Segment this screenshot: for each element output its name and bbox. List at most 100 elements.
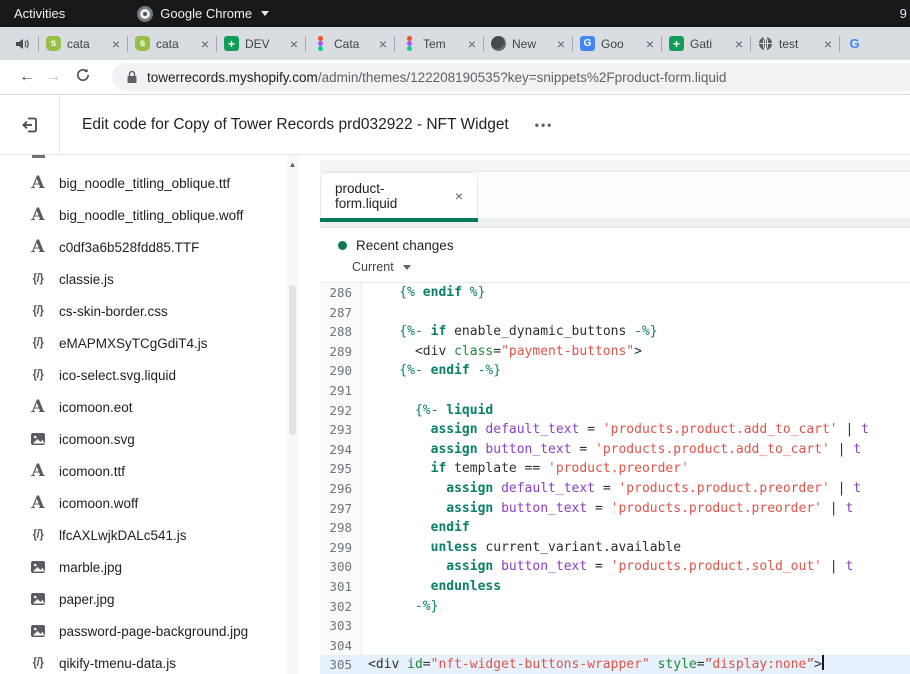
code-line[interactable]: 286 {% endif %} <box>320 283 910 303</box>
line-number: 292 <box>320 401 362 421</box>
file-item-qikify-tmenu-data.js[interactable]: {/}qikify-tmenu-data.js <box>0 647 310 674</box>
browser-tab[interactable]: scata× <box>128 27 216 60</box>
chevron-down-icon <box>403 265 411 270</box>
code-file-icon: {/} <box>28 657 48 669</box>
code-line[interactable]: 299 unless current_variant.available <box>320 538 910 558</box>
code-line[interactable]: 291 <box>320 381 910 401</box>
file-item-ico-select.svg.liquid[interactable]: {/}ico-select.svg.liquid <box>0 359 310 391</box>
speaker-icon[interactable] <box>14 36 30 52</box>
tab-close-icon[interactable]: × <box>468 37 476 51</box>
tab-title: test <box>779 37 818 51</box>
code-line-content: assign button_text = 'products.product.a… <box>362 440 910 460</box>
code-line[interactable]: 292 {%- liquid <box>320 401 910 421</box>
code-line[interactable]: 305<div id="nft-widget-buttons-wrapper" … <box>320 655 910 674</box>
file-item-icomoon.svg[interactable]: icomoon.svg <box>0 423 310 455</box>
code-line[interactable]: 298 endif <box>320 518 910 538</box>
more-actions-button[interactable]: ••• <box>535 118 554 132</box>
file-item-icomoon.eot[interactable]: Aicomoon.eot <box>0 391 310 423</box>
figma-shape <box>318 46 323 51</box>
tab-title: Goo <box>601 37 640 51</box>
lock-icon[interactable] <box>126 70 138 84</box>
code-line[interactable]: 301 endunless <box>320 577 910 597</box>
code-line[interactable]: 287 <box>320 303 910 323</box>
tab-close-icon[interactable]: × <box>824 37 832 51</box>
line-number: 299 <box>320 538 362 558</box>
exit-code-editor-button[interactable] <box>0 95 60 154</box>
tab-title: New <box>512 37 551 51</box>
browser-tab[interactable]: Cata× <box>306 27 394 60</box>
tab-close-icon[interactable]: × <box>112 37 120 51</box>
browser-tab[interactable]: Tem × <box>395 27 483 60</box>
scroll-up-icon[interactable]: ▲ <box>287 155 298 169</box>
code-line[interactable]: 302 -%} <box>320 597 910 617</box>
code-line[interactable]: 297 assign button_text = 'products.produ… <box>320 499 910 519</box>
code-line-content: <div id="nft-widget-buttons-wrapper" sty… <box>362 655 910 674</box>
browser-tab[interactable]: New × <box>484 27 572 60</box>
file-item-classie.js[interactable]: {/}classie.js <box>0 263 310 295</box>
line-number: 287 <box>320 303 362 323</box>
file-item-big_noodle_titling_oblique.ttf[interactable]: Abig_noodle_titling_oblique.ttf <box>0 167 310 199</box>
browser-tab[interactable]: +Gati× <box>662 27 750 60</box>
code-line[interactable]: 290 {%- endif -%} <box>320 361 910 381</box>
tab-close-icon[interactable]: × <box>379 37 387 51</box>
file-item-marble.jpg[interactable]: marble.jpg <box>0 551 310 583</box>
code-line[interactable]: 289 <div class="payment-buttons"> <box>320 342 910 362</box>
file-item-eMAPMXSyTCgGdiT4.js[interactable]: {/}eMAPMXSyTCgGdiT4.js <box>0 327 310 359</box>
recent-changes-label: Recent changes <box>356 238 454 253</box>
forward-button[interactable]: → <box>40 68 66 86</box>
file-list: Abig_noodle_titling_oblique.ttfAbig_nood… <box>0 155 310 674</box>
font-file-icon: A <box>28 493 48 513</box>
file-item-icomoon.ttf[interactable]: Aicomoon.ttf <box>0 455 310 487</box>
code-line[interactable]: 303 <box>320 616 910 636</box>
reload-button[interactable] <box>70 67 96 88</box>
file-item-cs-skin-border.css[interactable]: {/}cs-skin-border.css <box>0 295 310 327</box>
file-item-lfcAXLwjkDALc541.js[interactable]: {/}lfcAXLwjkDALc541.js <box>0 519 310 551</box>
code-line-content: -%} <box>362 597 910 617</box>
address-bar[interactable]: towerrecords.myshopify.com/admin/themes/… <box>112 63 910 91</box>
browser-tab[interactable]: test × <box>751 27 839 60</box>
browser-tab[interactable]: +DEV× <box>217 27 305 60</box>
activities-button[interactable]: Activities <box>0 0 79 27</box>
code-line-content: {%- endif -%} <box>362 361 910 381</box>
code-line-content <box>362 616 910 636</box>
font-file-icon: A <box>28 173 48 193</box>
translate-favicon: G <box>580 36 595 51</box>
tab-close-icon[interactable]: × <box>646 37 654 51</box>
tab-close-icon[interactable]: × <box>455 188 463 204</box>
url-path: /admin/themes/122208190535?key=snippets%… <box>318 70 727 85</box>
code-line[interactable]: 294 assign button_text = 'products.produ… <box>320 440 910 460</box>
tab-close-icon[interactable]: × <box>201 37 209 51</box>
app-indicator[interactable]: Google Chrome <box>137 6 269 22</box>
tab-close-icon[interactable]: × <box>290 37 298 51</box>
file-item-c0df3a6b528fdd85.TTF[interactable]: Ac0df3a6b528fdd85.TTF <box>0 231 310 263</box>
file-item-paper.jpg[interactable]: paper.jpg <box>0 583 310 615</box>
browser-tab[interactable]: scata× <box>39 27 127 60</box>
editor-file-tab[interactable]: product-form.liquid × <box>320 172 478 218</box>
sidebar-scrollbar[interactable]: ▲ <box>287 155 298 674</box>
browser-toolbar: ← → towerrecords.myshopify.com/admin/the… <box>0 60 910 95</box>
browser-tab[interactable]: G Goo × <box>573 27 661 60</box>
clock[interactable]: 9 J <box>900 6 910 21</box>
file-item-icomoon.woff[interactable]: Aicomoon.woff <box>0 487 310 519</box>
code-line[interactable]: 295 if template == 'product.preorder' <box>320 459 910 479</box>
code-line-content: endif <box>362 518 910 538</box>
tab-title: Tem <box>423 37 462 51</box>
sheets-favicon: + <box>669 36 684 51</box>
browser-tab[interactable]: G <box>840 27 870 60</box>
file-item-big_noodle_titling_oblique.woff[interactable]: Abig_noodle_titling_oblique.woff <box>0 199 310 231</box>
code-line[interactable]: 293 assign default_text = 'products.prod… <box>320 420 910 440</box>
version-dropdown[interactable]: Current <box>352 260 910 274</box>
code-line[interactable]: 288 {%- if enable_dynamic_buttons -%} <box>320 322 910 342</box>
tab-close-icon[interactable]: × <box>557 37 565 51</box>
code-line[interactable]: 296 assign default_text = 'products.prod… <box>320 479 910 499</box>
file-item-password-page-background.jpg[interactable]: password-page-background.jpg <box>0 615 310 647</box>
scrollbar-thumb[interactable] <box>289 285 296 435</box>
file-sidebar: Abig_noodle_titling_oblique.ttfAbig_nood… <box>0 155 310 674</box>
code-line[interactable]: 300 assign button_text = 'products.produ… <box>320 557 910 577</box>
shopify-favicon: s <box>46 36 61 51</box>
tab-close-icon[interactable]: × <box>735 37 743 51</box>
code-area[interactable]: 286 {% endif %}287288 {%- if enable_dyna… <box>320 283 910 674</box>
back-button[interactable]: ← <box>14 68 40 86</box>
code-line[interactable]: 304 <box>320 636 910 656</box>
line-number: 300 <box>320 557 362 577</box>
